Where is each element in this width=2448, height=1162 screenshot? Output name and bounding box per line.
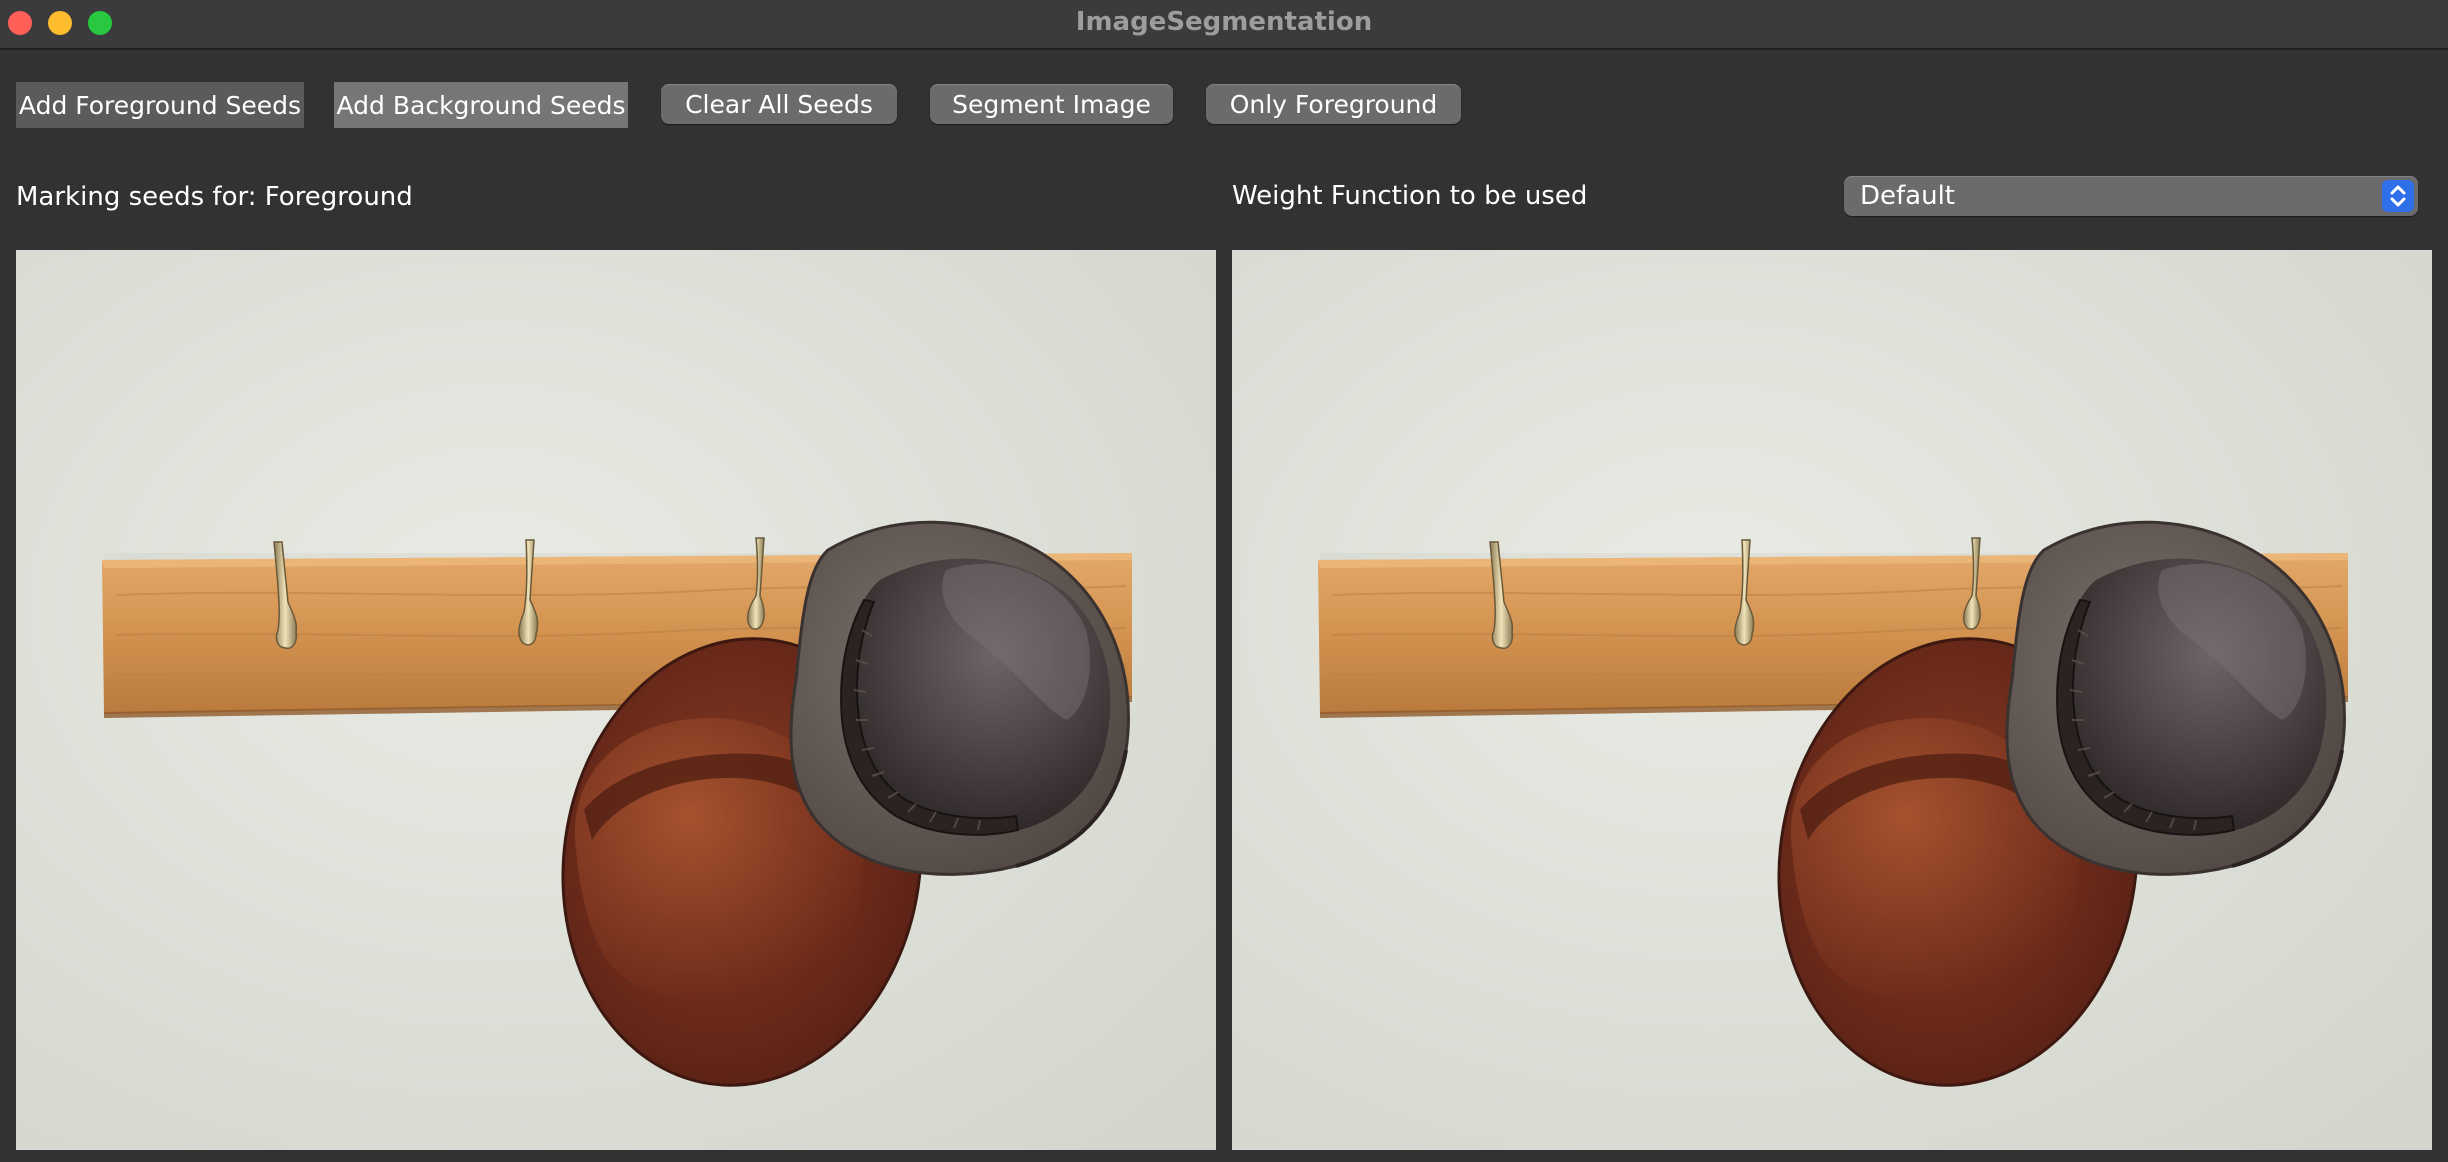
hats-on-rack-image — [1232, 250, 2432, 1150]
segmented-image-canvas — [1232, 250, 2432, 1150]
window-title: ImageSegmentation — [1075, 7, 1373, 37]
add-foreground-seeds-button[interactable]: Add Foreground Seeds — [16, 82, 304, 128]
seed-mode-label: Marking seeds for: Foreground — [16, 182, 413, 212]
weight-function-value: Default — [1860, 181, 1955, 211]
segment-image-button[interactable]: Segment Image — [930, 84, 1173, 124]
chevron-up-down-icon — [2382, 180, 2414, 212]
app-window: ImageSegmentation Add Foreground Seeds A… — [0, 0, 2448, 1162]
input-image-canvas[interactable] — [16, 250, 1216, 1150]
weight-function-label: Weight Function to be used — [1232, 181, 1588, 211]
title-bar: ImageSegmentation — [0, 0, 2448, 50]
clear-all-seeds-button[interactable]: Clear All Seeds — [661, 84, 897, 124]
add-background-seeds-button[interactable]: Add Background Seeds — [334, 82, 628, 128]
weight-function-select[interactable]: Default — [1844, 176, 2418, 216]
hats-on-rack-image — [16, 250, 1216, 1150]
only-foreground-button[interactable]: Only Foreground — [1206, 84, 1461, 124]
